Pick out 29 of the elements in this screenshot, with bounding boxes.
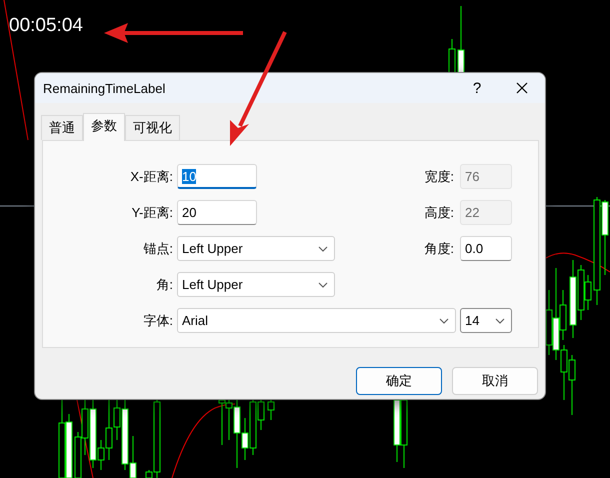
tab[interactable]: 可视化 — [125, 115, 180, 140]
tab[interactable]: 参数 — [83, 113, 125, 141]
dropdown[interactable]: Arial — [177, 308, 456, 333]
field-label: 字体: — [142, 312, 173, 330]
candlestick — [268, 400, 274, 420]
field-label: 锚点: — [142, 240, 173, 258]
chevron-down-icon — [318, 282, 328, 288]
input-field[interactable]: 10 — [177, 164, 257, 189]
field-label: 角: — [155, 276, 173, 294]
chevron-down-icon — [439, 318, 449, 324]
chevron-down-icon — [318, 246, 328, 252]
field-label: 宽度: — [424, 168, 454, 186]
countdown-timer: 00:05:04 — [9, 15, 83, 37]
dropdown[interactable]: Left Upper — [177, 236, 335, 261]
close-icon[interactable] — [516, 82, 528, 94]
dialog-button[interactable]: 确定 — [356, 367, 442, 395]
tab[interactable]: 普通 — [41, 115, 83, 140]
input-field[interactable]: 0.0 — [460, 236, 512, 261]
input-field[interactable]: 20 — [177, 200, 257, 225]
dropdown[interactable]: 14 — [460, 308, 512, 333]
dropdown[interactable]: Left Upper — [177, 272, 335, 297]
dialog-button[interactable]: 取消 — [452, 367, 538, 395]
field-label: Y-距离: — [130, 204, 173, 222]
help-button[interactable]: ? — [459, 80, 495, 96]
field-label: 角度: — [424, 240, 454, 258]
window-title: RemainingTimeLabel — [43, 80, 166, 96]
field-label: 高度: — [424, 204, 454, 222]
chevron-down-icon — [495, 318, 505, 324]
field-label: X-距离: — [129, 168, 173, 186]
